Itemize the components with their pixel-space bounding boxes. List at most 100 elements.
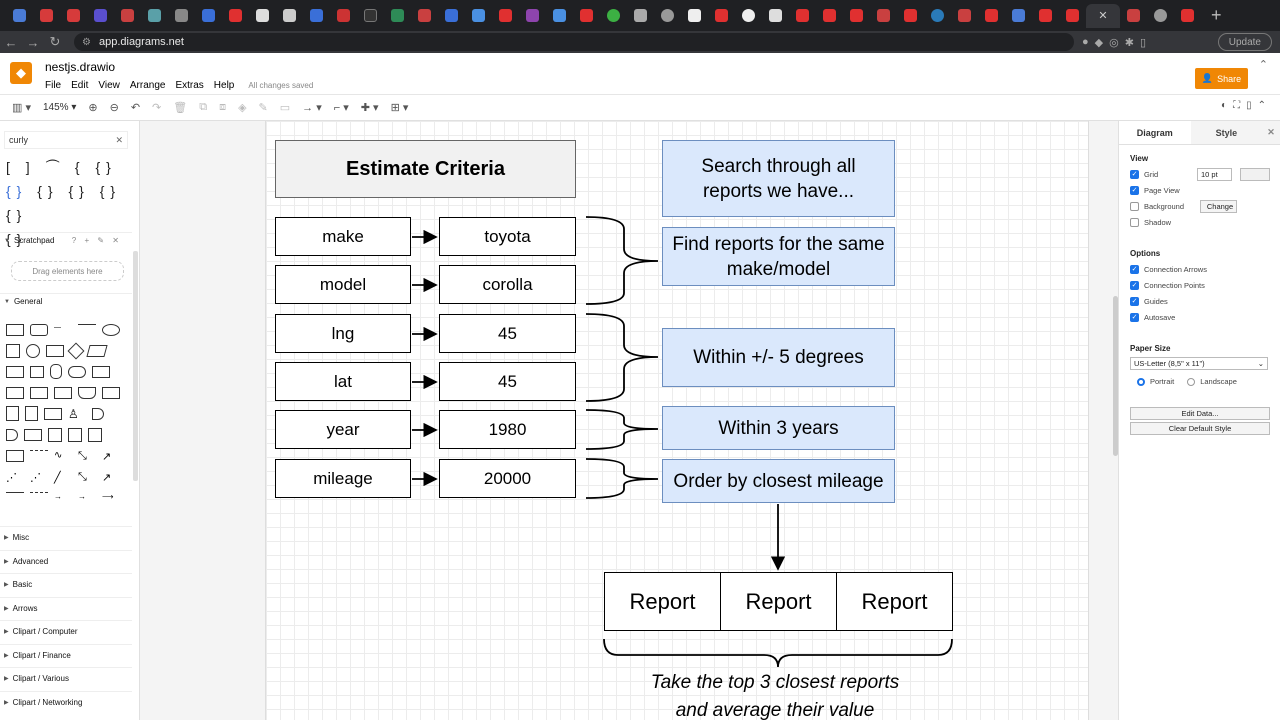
category-arrows[interactable]: ▶ Arrows	[0, 597, 132, 619]
tab-close-icon[interactable]: ✕	[1098, 9, 1107, 22]
curly-brace-make-model[interactable]	[585, 216, 659, 305]
browser-tab[interactable]	[249, 4, 276, 28]
background-option[interactable]: Background	[1130, 202, 1184, 211]
to-front-icon[interactable]: ⧉	[199, 101, 207, 114]
tab-diagram[interactable]: Diagram	[1119, 121, 1191, 144]
container-shape[interactable]	[48, 427, 62, 442]
diagram-canvas[interactable]: Estimate Criteria make toyota model coro…	[140, 121, 1118, 720]
category-advanced[interactable]: ▶ Advanced	[0, 550, 132, 572]
browser-tab[interactable]	[438, 4, 465, 28]
menu-arrange[interactable]: Arrange	[130, 80, 166, 92]
fullscreen-icon[interactable]: ⛶	[1233, 100, 1240, 111]
document-shape[interactable]	[92, 365, 110, 378]
browser-tab[interactable]	[1120, 4, 1147, 28]
general-header[interactable]: ▼ General	[0, 293, 132, 309]
or-shape[interactable]	[92, 407, 104, 420]
process-shape[interactable]	[46, 344, 64, 357]
curly-brace-mileage[interactable]	[585, 458, 659, 499]
browser-tab[interactable]	[303, 4, 330, 28]
sidebar-icon[interactable]: ▯	[1140, 36, 1146, 49]
connection-arrows-option[interactable]: ✓ Connection Arrows	[1130, 265, 1207, 274]
browser-tab[interactable]	[762, 4, 789, 28]
autosave-option[interactable]: ✓ Autosave	[1130, 313, 1175, 322]
browser-tab[interactable]	[924, 4, 951, 28]
dashed-link-shape[interactable]	[30, 491, 48, 504]
format-panel-toggle-icon[interactable]: ▥ ▾	[12, 101, 31, 114]
bidirectional-arrow-shape[interactable]: ⤡	[78, 450, 96, 462]
browser-tab[interactable]	[708, 4, 735, 28]
landscape-radio[interactable]	[1187, 377, 1196, 386]
clear-default-style-button[interactable]: Clear Default Style	[1130, 422, 1270, 435]
curly-brace-year[interactable]	[585, 409, 659, 450]
browser-tab[interactable]	[573, 4, 600, 28]
autosave-checkbox[interactable]: ✓	[1130, 313, 1139, 322]
data-storage-shape[interactable]	[24, 428, 42, 441]
browser-tab[interactable]	[897, 4, 924, 28]
arrow-link-shape[interactable]: ⟶	[102, 492, 120, 504]
grid-color-swatch[interactable]	[1240, 168, 1270, 181]
shadow-option[interactable]: Shadow	[1130, 218, 1171, 227]
table-shape[interactable]	[6, 449, 24, 462]
zoom-out-icon[interactable]: ⊖	[110, 101, 119, 114]
collapse-icon[interactable]: ⌃	[1259, 58, 1268, 71]
browser-tab[interactable]	[1005, 4, 1032, 28]
shape-search-input[interactable]: curly ✕	[4, 131, 128, 149]
category-clipart-computer[interactable]: ▶ Clipart / Computer	[0, 620, 132, 642]
brace-shape[interactable]: {}	[6, 207, 27, 223]
shadow-checkbox[interactable]	[1130, 218, 1139, 227]
close-panel-icon[interactable]: ✕	[1262, 121, 1280, 144]
page-view-option[interactable]: ✓ Page View	[1130, 186, 1180, 195]
scratchpad-drop-zone[interactable]: Drag elements here	[11, 261, 124, 281]
browser-tab[interactable]	[222, 4, 249, 28]
ellipse-shape[interactable]	[102, 323, 120, 336]
triangle-shape[interactable]	[30, 365, 44, 378]
fill-color-icon[interactable]: ◈	[238, 101, 246, 114]
undo-icon[interactable]: ↶	[131, 101, 140, 114]
clear-search-icon[interactable]: ✕	[115, 135, 123, 146]
extension-icon[interactable]: ◎	[1109, 36, 1119, 49]
collapse-toolbar-icon[interactable]: ⌃	[1258, 100, 1266, 111]
arrow-link-shape[interactable]: →	[54, 492, 72, 504]
browser-tab[interactable]	[141, 4, 168, 28]
directional-connector-shape[interactable]: ↗	[102, 471, 120, 484]
browser-tab[interactable]	[60, 4, 87, 28]
menu-extras[interactable]: Extras	[175, 80, 203, 92]
forward-icon[interactable]: →	[22, 35, 44, 50]
menu-file[interactable]: File	[45, 80, 61, 92]
url-field[interactable]: ⚙ app.diagrams.net	[74, 33, 1074, 51]
extension-icon[interactable]: ◆	[1095, 36, 1103, 49]
portrait-radio[interactable]	[1137, 377, 1145, 386]
format-icon[interactable]: ▯	[1246, 100, 1252, 111]
tape-shape[interactable]	[102, 386, 120, 399]
card-shape[interactable]	[25, 406, 38, 421]
browser-tab[interactable]	[546, 4, 573, 28]
circle-shape[interactable]	[26, 343, 40, 358]
guides-option[interactable]: ✓ Guides	[1130, 297, 1168, 306]
browser-tab[interactable]	[816, 4, 843, 28]
to-back-icon[interactable]: ⧈	[219, 101, 226, 114]
browser-tab[interactable]	[357, 4, 384, 28]
background-checkbox[interactable]	[1130, 202, 1139, 211]
tab-style[interactable]: Style	[1190, 121, 1263, 144]
browser-tab[interactable]	[195, 4, 222, 28]
zoom-select[interactable]: 145% ▾	[43, 102, 76, 113]
browser-tab[interactable]	[1059, 4, 1086, 28]
arrow-shape[interactable]: ↗	[102, 450, 120, 463]
back-icon[interactable]: ←	[0, 35, 22, 50]
category-misc[interactable]: ▶ Misc	[0, 526, 132, 548]
update-button[interactable]: Update	[1217, 33, 1272, 51]
browser-tab[interactable]	[654, 4, 681, 28]
diamond-shape[interactable]	[67, 342, 85, 359]
browser-tab[interactable]	[519, 4, 546, 28]
line-shape[interactable]: ╱	[54, 471, 72, 484]
edit-data-button[interactable]: Edit Data...	[1130, 407, 1270, 420]
text-shape[interactable]: —	[54, 324, 72, 336]
portrait-label[interactable]: Portrait	[1150, 377, 1174, 386]
browser-tab[interactable]	[276, 4, 303, 28]
insert-icon[interactable]: ✚ ▾	[361, 101, 379, 114]
brace-shape[interactable]: [	[6, 159, 16, 175]
share-button[interactable]: 👤 Share	[1195, 68, 1248, 89]
grid-size-input[interactable]: 10 pt	[1197, 168, 1232, 181]
browser-tab[interactable]	[384, 4, 411, 28]
browser-tab[interactable]	[735, 4, 762, 28]
